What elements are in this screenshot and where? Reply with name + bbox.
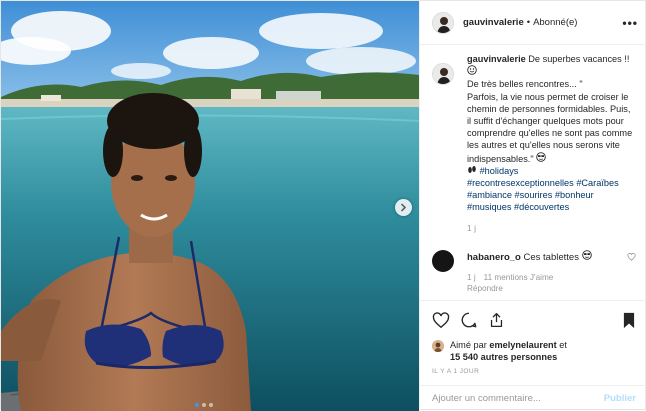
hashtag-link[interactable]: #musiques [467,202,511,212]
author-username[interactable]: gauvinvalerie [463,17,524,28]
liker-avatar[interactable] [432,340,444,352]
hashtag-link[interactable]: #découvertes [514,202,569,212]
carousel-indicator [195,403,213,407]
sunglasses-icon [581,250,592,260]
author-avatar-image [433,12,453,33]
like-button[interactable] [432,311,450,329]
commenter-username[interactable]: habanero_o [467,252,521,263]
post-date[interactable]: IL Y A 1 JOUR [432,368,636,375]
bookmark-icon [623,312,635,328]
author-avatar[interactable] [432,11,454,34]
post-side-panel: gauvinvalerie • Abonné(e) ••• gauvinvale… [419,1,646,411]
likes-connector: et [559,340,567,350]
commenter-avatar[interactable] [432,249,454,272]
hashtag-link[interactable]: #recontresexceptionnelles [467,178,574,188]
caption-username[interactable]: gauvinvalerie [467,54,526,64]
post-actions: Aimé par emelynelaurent et 15 540 autres… [420,300,646,375]
instagram-post: gauvinvalerie • Abonné(e) ••• gauvinvale… [0,0,646,411]
post-photo[interactable] [1,1,419,411]
comment-body: habanero_o Ces tablettes 1 j 11 mentions… [467,250,627,293]
like-comment-button[interactable] [627,252,636,264]
likes-count[interactable]: 15 540 autres personnes [450,352,557,362]
comment-input[interactable] [432,393,604,404]
reply-button[interactable]: Répondre [467,284,627,293]
carousel-dot [209,403,213,407]
caption-timestamp[interactable]: 1 j [467,222,636,234]
hashtag-link[interactable]: #Caraïbes [576,178,618,188]
hashtag-link[interactable]: #holidays [480,166,519,176]
hashtag-link[interactable]: #ambiance [467,190,512,200]
liker-username[interactable]: emelynelaurent [489,340,556,350]
comment-button[interactable] [460,311,478,329]
add-comment-bar: Publier [420,385,646,411]
caption-body: gauvinvalerie De superbes vacances !! De… [467,53,636,234]
comments-list[interactable]: gauvinvalerie De superbes vacances !! De… [420,53,646,295]
caption-line1: De superbes vacances !! [528,54,630,64]
caption: gauvinvalerie De superbes vacances !! De… [432,53,636,234]
comment-text: Ces tablettes [523,251,579,263]
caption-line2: De très belles rencontres... " [467,79,583,90]
caption-text: Parfois, la vie nous permet de croiser l… [467,91,633,164]
likes-prefix: Aimé par [450,340,487,350]
heart-icon [627,252,636,261]
comment-timestamp[interactable]: 1 j [467,273,476,282]
carousel-dot [202,403,206,407]
follow-status[interactable]: Abonné(e) [533,17,577,28]
publish-button[interactable]: Publier [604,393,636,404]
share-icon [490,312,503,328]
heart-icon [432,311,450,328]
smiley-icon [467,65,636,78]
chevron-right-icon [400,203,407,212]
liker-avatar-image [432,340,444,352]
comment-item: habanero_o Ces tablettes 1 j 11 mentions… [432,249,636,293]
share-button[interactable] [488,311,505,329]
action-bar [432,309,636,331]
next-photo-button[interactable] [395,199,412,216]
beach-selfie-image [1,1,419,411]
save-button[interactable] [622,312,636,329]
header-separator: • [526,17,531,28]
carousel-dot [195,403,199,407]
comment-icon [461,312,477,328]
more-options-button[interactable]: ••• [622,16,638,30]
sunglasses-icon [536,151,546,162]
likes-text: Aimé par emelynelaurent et 15 540 autres… [450,339,567,363]
hashtag-link[interactable]: #bonheur [555,190,594,200]
footprint-icon [468,165,476,173]
hashtag-link[interactable]: #sourires [515,190,553,200]
comment-like-count[interactable]: 11 mentions J'aime [484,273,554,282]
post-header: gauvinvalerie • Abonné(e) ••• [420,1,646,45]
caption-avatar-image [433,64,453,84]
likes-summary: Aimé par emelynelaurent et 15 540 autres… [432,339,636,363]
caption-avatar[interactable] [432,63,454,85]
